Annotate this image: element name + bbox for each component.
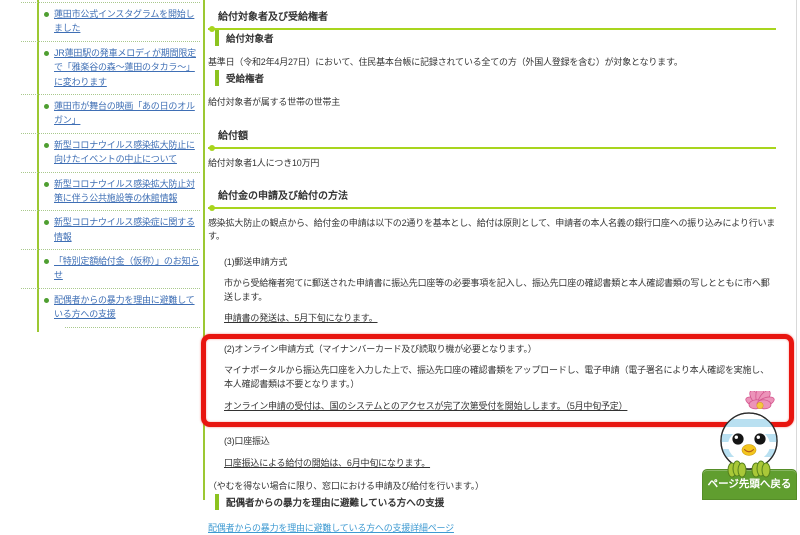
window-right-edge <box>796 0 797 500</box>
application-intro-text: 感染拡大防止の観点から、給付金の申請は以下の2通りを基本とし、給付は原則として、… <box>208 217 776 242</box>
entitled-person-text: 給付対象者が属する世帯の世帯主 <box>208 96 341 107</box>
bullet-icon <box>44 259 49 265</box>
sidebar-link-list: 蓮田市公式インスタグラムを開始しました JR蓮田駅の発車メロディが期間限定で「雅… <box>21 2 200 328</box>
bank-transfer-title: (3)口座振込 <box>224 436 270 447</box>
benefit-amount-text: 給付対象者1人につき10万円 <box>208 158 320 168</box>
mail-method-title: (1)郵送申請方式 <box>224 256 288 267</box>
sidebar-link[interactable]: 「特別定額給付金（仮称）」のお知らせ <box>54 256 199 280</box>
dv-support-detail-link[interactable]: 配偶者からの暴力を理由に避難している方への支援詳細ページ <box>208 523 454 533</box>
sidebar-link[interactable]: 新型コロナウイルス感染拡大防止に向けたイベントの中止について <box>54 140 195 164</box>
mascot-beak <box>741 444 757 456</box>
sidebar-news-menu: 蓮田市公式インスタグラムを開始しました JR蓮田駅の発車メロディが期間限定で「雅… <box>0 0 203 500</box>
heading-benefit-amount: 給付額 <box>208 125 776 151</box>
sidebar-item-dv-support[interactable]: 配偶者からの暴力を理由に避難している方への支援 <box>21 287 200 327</box>
heading-application-method: 給付金の申請及び給付の方法 <box>208 185 776 211</box>
hasuda-city-mascot <box>720 391 778 478</box>
window-application-text: （やむを得ない場合に限り、窓口における申請及び給付を行います。） <box>208 481 484 492</box>
bank-transfer-note: 口座振込による給付の開始は、6月中旬になります。 <box>224 457 431 468</box>
bullet-icon <box>44 142 49 148</box>
sidebar-vertical-rule <box>37 0 39 332</box>
sidebar-link[interactable]: 新型コロナウイルス感染症に関する情報 <box>54 217 195 241</box>
sidebar-link[interactable]: 配偶者からの暴力を理由に避難している方への支援 <box>54 295 195 319</box>
online-method-body: マイナポータルから振込先口座を入力した上で、振込先口座の確認書類をアップロードし… <box>224 365 769 390</box>
online-method-title: (2)オンライン申請方式（マイナンバーカード及び読取り機が必要となります。） <box>224 343 537 354</box>
mail-schedule-note: 申請書の発送は、5月下旬になります。 <box>224 313 378 323</box>
online-application-highlight-box: (2)オンライン申請方式（マイナンバーカード及び読取り機が必要となります。） マ… <box>201 333 794 428</box>
heading-recipients: 給付対象者及び受給権者 <box>208 6 776 32</box>
sidebar-item-jr-melody[interactable]: JR蓮田駅の発車メロディが期間限定で「雅楽谷の森～蓮田のタカラ～」に変わります <box>21 40 200 94</box>
sidebar-link[interactable]: 蓮田市公式インスタグラムを開始しました <box>54 9 195 33</box>
benefit-target-text: 基準日（令和2年4月27日）において、住民基本台帳に記録されている全ての方（外国… <box>208 57 683 67</box>
subheading-benefit-target: 給付対象者 <box>215 30 776 46</box>
lotus-flower-icon <box>745 391 775 410</box>
bullet-icon <box>44 220 49 226</box>
sidebar-item-benefit-notice[interactable]: 「特別定額給付金（仮称）」のお知らせ <box>21 249 200 288</box>
bullet-icon <box>44 50 49 56</box>
sidebar-item-facility-close[interactable]: 新型コロナウイルス感染拡大防止対策に伴う公共施設等の休館情報 <box>21 171 200 211</box>
bullet-icon <box>44 181 49 187</box>
sidebar-item-event-cancel[interactable]: 新型コロナウイルス感染拡大防止に向けたイベントの中止について <box>21 132 200 172</box>
subheading-dv-support: 配偶者からの暴力を理由に避難している方への支援 <box>215 493 776 510</box>
online-schedule-note: オンライン申請の受付は、国のシステムとのアクセスが完了次第受付を開始しします。（… <box>224 401 628 412</box>
subheading-entitled-person: 受給権者 <box>215 69 776 86</box>
sidebar-item-covid-info[interactable]: 新型コロナウイルス感染症に関する情報 <box>21 210 200 249</box>
sidebar-item-instagram[interactable]: 蓮田市公式インスタグラムを開始しました <box>21 2 200 41</box>
sidebar-link[interactable]: JR蓮田駅の発車メロディが期間限定で「雅楽谷の森～蓮田のタカラ～」に変わります <box>54 48 196 87</box>
sidebar-link[interactable]: 蓮田市が舞台の映画「あの日のオルガン」 <box>54 101 195 125</box>
sidebar-item-movie[interactable]: 蓮田市が舞台の映画「あの日のオルガン」 <box>21 93 200 133</box>
sidebar-link[interactable]: 新型コロナウイルス感染拡大防止対策に伴う公共施設等の休館情報 <box>54 179 195 203</box>
bullet-icon <box>44 103 49 109</box>
mail-method-body: 市から受給権者宛てに郵送された申請書に振込先口座等の必要事項を記入し、振込先口座… <box>224 278 770 302</box>
bullet-icon <box>44 12 49 17</box>
bullet-icon <box>44 297 49 303</box>
